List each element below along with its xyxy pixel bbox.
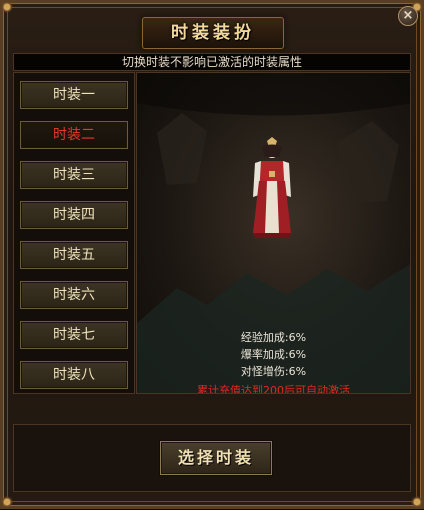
costume-stats: 经验加成:6% 爆率加成:6% 对怪增伤:6% 累计充值达到200后可自动激活 — [137, 329, 410, 394]
tab-costume-1[interactable]: 时装一 — [20, 81, 128, 109]
character-model — [253, 137, 291, 238]
stat-monster-damage: 对怪增伤:6% — [240, 365, 307, 378]
stat-exp-bonus: 经验加成:6% — [240, 331, 307, 344]
tab-costume-4[interactable]: 时装四 — [20, 201, 128, 229]
tab-costume-5[interactable]: 时装五 — [20, 241, 128, 269]
corner-ornament — [409, 494, 424, 510]
tab-costume-2[interactable]: 时装二 — [20, 121, 128, 149]
hint-text: 切换时装不影响已激活的时装属性 — [13, 53, 411, 71]
tab-costume-7[interactable]: 时装七 — [20, 321, 128, 349]
tab-costume-8[interactable]: 时装八 — [20, 361, 128, 389]
corner-ornament — [0, 494, 15, 510]
close-button[interactable]: × — [398, 6, 418, 26]
stat-drop-bonus: 爆率加成:6% — [240, 348, 307, 361]
activation-note: 累计充值达到200后可自动激活 — [197, 384, 350, 394]
tab-costume-6[interactable]: 时装六 — [20, 281, 128, 309]
tab-costume-3[interactable]: 时装三 — [20, 161, 128, 189]
costume-tab-list: 时装一 时装二 时装三 时装四 时装五 时装六 时装七 时装八 — [13, 72, 135, 394]
select-costume-button[interactable]: 选择时装 — [160, 441, 272, 475]
costume-preview: 经验加成:6% 爆率加成:6% 对怪增伤:6% 累计充值达到200后可自动激活 — [136, 72, 411, 394]
corner-ornament — [0, 0, 15, 15]
window-title: 时装装扮 — [142, 17, 284, 49]
